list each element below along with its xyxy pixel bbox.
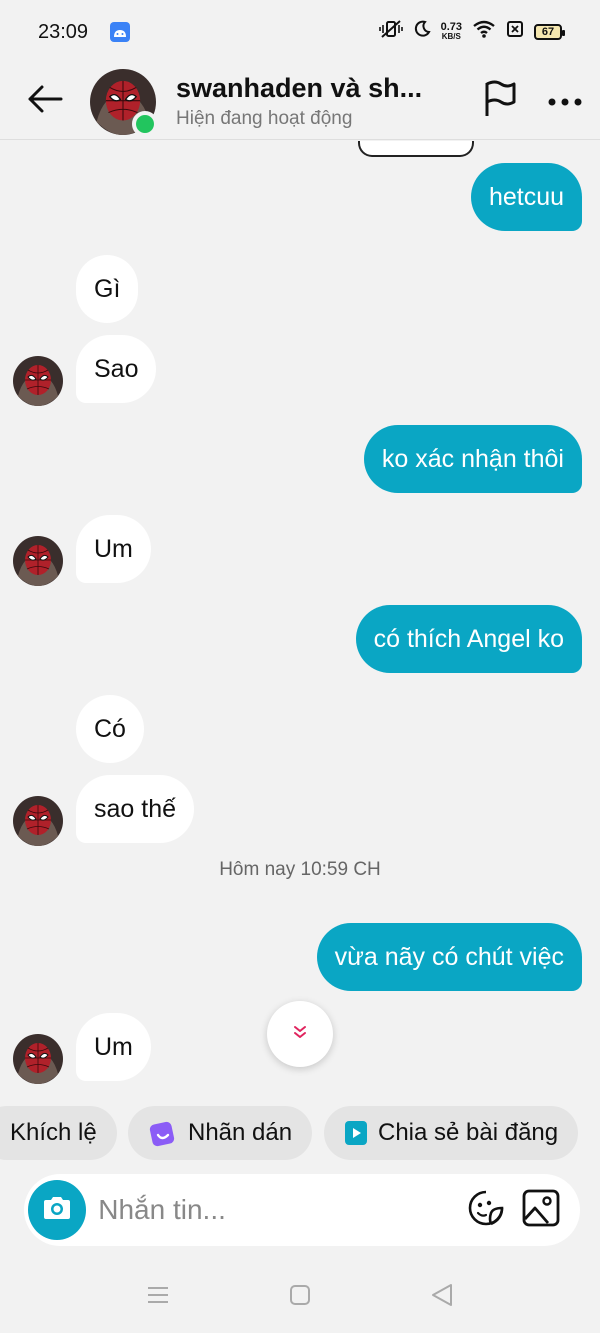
sticker-icon [467, 1189, 505, 1232]
status-bar: 23:09 0.73 KB/S 67 [0, 0, 600, 64]
chat-title: swanhaden và sh... [176, 73, 423, 103]
gallery-button[interactable] [514, 1180, 568, 1240]
message-bubble-incoming[interactable]: Um [76, 515, 151, 583]
avatar[interactable] [13, 1034, 63, 1084]
camera-icon [41, 1195, 73, 1226]
avatar[interactable] [13, 536, 63, 586]
chip-encourage[interactable]: Khích lệ [0, 1106, 117, 1160]
message-bubble-outgoing[interactable]: có thích Angel ko [355, 605, 582, 673]
back-button[interactable] [0, 64, 90, 140]
network-speed-value: 0.73 [440, 21, 462, 33]
system-nav-bar [0, 1262, 600, 1333]
message-bubble-incoming[interactable]: Um [76, 1013, 151, 1081]
network-speed: 0.73 KB/S [441, 22, 462, 42]
arrow-left-icon [27, 84, 63, 119]
flag-icon [483, 80, 517, 123]
avatar[interactable] [13, 796, 63, 846]
battery-icon: 67 [534, 24, 565, 40]
timestamp-divider: Hôm nay 10:59 CH [219, 859, 381, 880]
avatar[interactable] [13, 356, 63, 406]
chip-label: Chia sẻ bài đăng [378, 1119, 559, 1146]
message-input[interactable] [86, 1180, 460, 1240]
more-options-button[interactable] [530, 64, 600, 140]
android-icon [110, 22, 131, 42]
message-bubble-incoming[interactable]: Sao [76, 335, 157, 403]
message-bubble-incoming[interactable]: sao thế [76, 775, 195, 843]
menu-nav-button[interactable] [147, 1286, 169, 1309]
chip-label: Nhãn dán [188, 1119, 293, 1146]
more-horizontal-icon [548, 93, 582, 111]
status-icons: 0.73 KB/S 67 [378, 19, 565, 45]
chat-header: swanhaden và sh... Hiện đang hoạt động [0, 64, 600, 140]
network-speed-unit: KB/S [441, 32, 461, 41]
report-button[interactable] [470, 64, 530, 140]
online-indicator [132, 110, 158, 137]
header-avatar[interactable] [90, 69, 158, 137]
battery-level: 67 [541, 26, 555, 38]
message-bubble-outgoing[interactable]: hetcuu [470, 163, 582, 231]
vibrate-off-icon [378, 19, 403, 45]
chip-sticker[interactable]: Nhãn dán [128, 1106, 313, 1160]
camera-button[interactable] [28, 1180, 87, 1240]
message-bubble-incoming[interactable]: Gì [76, 255, 139, 323]
quick-actions-bar[interactable]: Khích lệ Nhãn dán Chia sẻ bài đăng [0, 1106, 600, 1160]
sim-icon [506, 20, 524, 44]
back-nav-button[interactable] [431, 1283, 453, 1312]
double-chevron-down-icon [293, 1025, 307, 1044]
message-bubble-outgoing[interactable]: vừa nãy có chút việc [316, 923, 582, 991]
moon-icon [413, 20, 431, 44]
chip-label: Khích lệ [10, 1119, 97, 1146]
status-time: 23:09 [38, 20, 89, 43]
chat-status: Hiện đang hoạt động [176, 108, 353, 129]
sticker-pack-icon [148, 1119, 178, 1147]
chip-share-post[interactable]: Chia sẻ bài đăng [324, 1106, 579, 1160]
home-nav-button[interactable] [289, 1284, 311, 1311]
chat-header-info[interactable]: swanhaden và sh... Hiện đang hoạt động [176, 73, 470, 130]
sticker-button[interactable] [459, 1180, 513, 1240]
image-icon [522, 1189, 560, 1232]
wifi-icon [472, 19, 496, 45]
message-bubble-outgoing[interactable]: ko xác nhận thôi [363, 425, 582, 493]
scroll-to-bottom-button[interactable] [267, 1001, 333, 1067]
play-square-icon [344, 1120, 368, 1146]
message-bubble-incoming[interactable]: Có [76, 695, 144, 763]
message-list[interactable]: hetcuu Gì Sao ko xác nhận thôi Um có thí… [0, 141, 600, 1096]
partial-message [358, 141, 474, 157]
message-composer [24, 1174, 580, 1246]
